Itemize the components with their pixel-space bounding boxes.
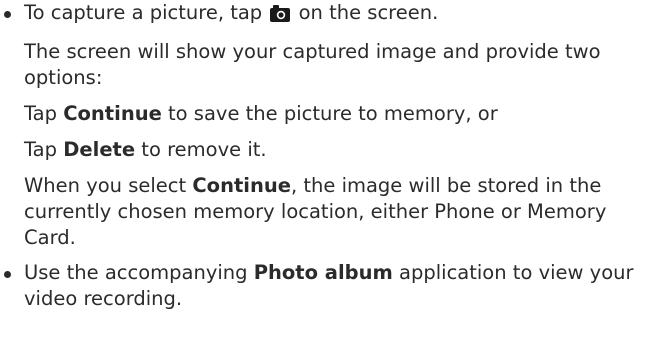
continue-label: Continue xyxy=(63,102,162,125)
delete-label: Delete xyxy=(63,138,136,161)
camera-icon xyxy=(270,3,291,29)
bullet-point xyxy=(4,271,11,278)
capture-step-text: To capture a picture, tap xyxy=(24,1,263,24)
result-description: The screen will show your captured image… xyxy=(24,40,601,89)
list-item-capture-picture: To capture a picture, tap on the screen.… xyxy=(0,0,656,251)
select-prefix: When you select xyxy=(24,174,187,197)
list-item-photo-album: Use the accompanying Photo album applica… xyxy=(0,260,656,312)
capture-step-suffix: on the screen. xyxy=(298,1,439,24)
select-continue-label: Continue xyxy=(192,174,291,197)
continue-suffix: to save the picture to memory, or xyxy=(168,102,498,125)
bullet-point xyxy=(4,11,11,18)
continue-instruction: Tap Continue to save the picture to memo… xyxy=(24,101,656,127)
delete-prefix: Tap xyxy=(24,138,58,161)
delete-suffix: to remove it. xyxy=(141,138,267,161)
photo-album-instruction: Use the accompanying Photo album applica… xyxy=(24,260,656,312)
photo-album-prefix: Use the accompanying xyxy=(24,261,248,284)
continue-prefix: Tap xyxy=(24,102,58,125)
storage-explanation: When you select Continue, the image will… xyxy=(24,173,656,251)
photo-album-label: Photo album xyxy=(253,261,393,284)
delete-instruction: Tap Delete to remove it. xyxy=(24,137,656,163)
instructions-document: To capture a picture, tap on the screen.… xyxy=(0,0,665,358)
capture-step-line: To capture a picture, tap on the screen. xyxy=(24,0,656,29)
